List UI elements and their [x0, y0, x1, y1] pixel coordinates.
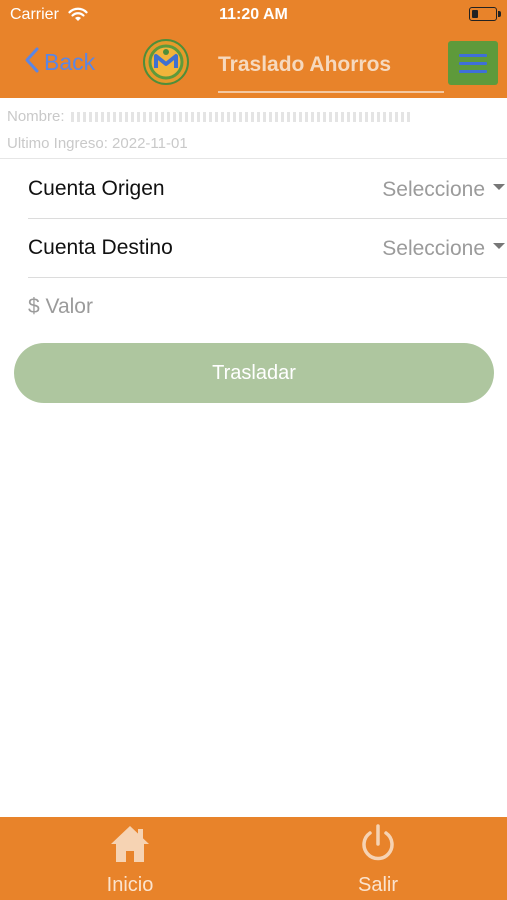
menu-icon-line: [459, 69, 487, 73]
bottom-tab-bar: Inicio Salir: [0, 817, 507, 900]
tab-inicio-label: Inicio: [106, 874, 154, 896]
origin-account-value: Seleccione: [382, 178, 485, 201]
tab-salir-label: Salir: [357, 874, 398, 896]
amount-input[interactable]: [28, 295, 468, 319]
redacted-name: [70, 112, 411, 123]
back-button[interactable]: Back: [24, 45, 95, 79]
menu-button[interactable]: [448, 41, 498, 85]
last-login-value: 2022-11-01: [112, 135, 188, 152]
last-login-label: Ultimo Ingreso:: [7, 135, 108, 152]
origin-account-label: Cuenta Origen: [28, 177, 165, 200]
power-icon: [358, 823, 398, 870]
title-underline: [218, 91, 444, 93]
user-name-line: Nombre:: [7, 108, 411, 125]
dropdown-arrow-icon: [493, 243, 505, 249]
page-title: Traslado Ahorros: [218, 53, 392, 76]
menu-icon-line: [459, 61, 487, 65]
battery-icon: [469, 7, 501, 21]
amount-row: [28, 278, 507, 336]
home-icon: [108, 823, 152, 870]
menu-icon-line: [459, 53, 487, 57]
back-label: Back: [44, 48, 96, 75]
destination-account-value: Seleccione: [382, 237, 485, 260]
name-label: Nombre:: [7, 108, 65, 125]
last-login-line: Ultimo Ingreso: 2022-11-01: [7, 135, 188, 152]
status-bar: Carrier 11:20 AM: [0, 0, 507, 30]
origin-account-select[interactable]: Cuenta Origen Seleccione: [28, 160, 507, 219]
destination-account-select[interactable]: Cuenta Destino Seleccione: [28, 219, 507, 278]
dropdown-arrow-icon: [493, 184, 505, 190]
tab-inicio[interactable]: Inicio: [55, 817, 205, 900]
transfer-button[interactable]: Trasladar: [14, 343, 494, 403]
status-time: 11:20 AM: [219, 6, 288, 23]
destination-account-label: Cuenta Destino: [28, 236, 173, 259]
header-bar: Carrier 11:20 AM Back Traslado Ahorros: [0, 0, 507, 98]
tab-salir[interactable]: Salir: [303, 817, 453, 900]
logo-icon: [142, 38, 190, 86]
chevron-left-icon: [24, 46, 40, 79]
user-info-panel: Nombre: Ultimo Ingreso: 2022-11-01: [0, 98, 507, 159]
